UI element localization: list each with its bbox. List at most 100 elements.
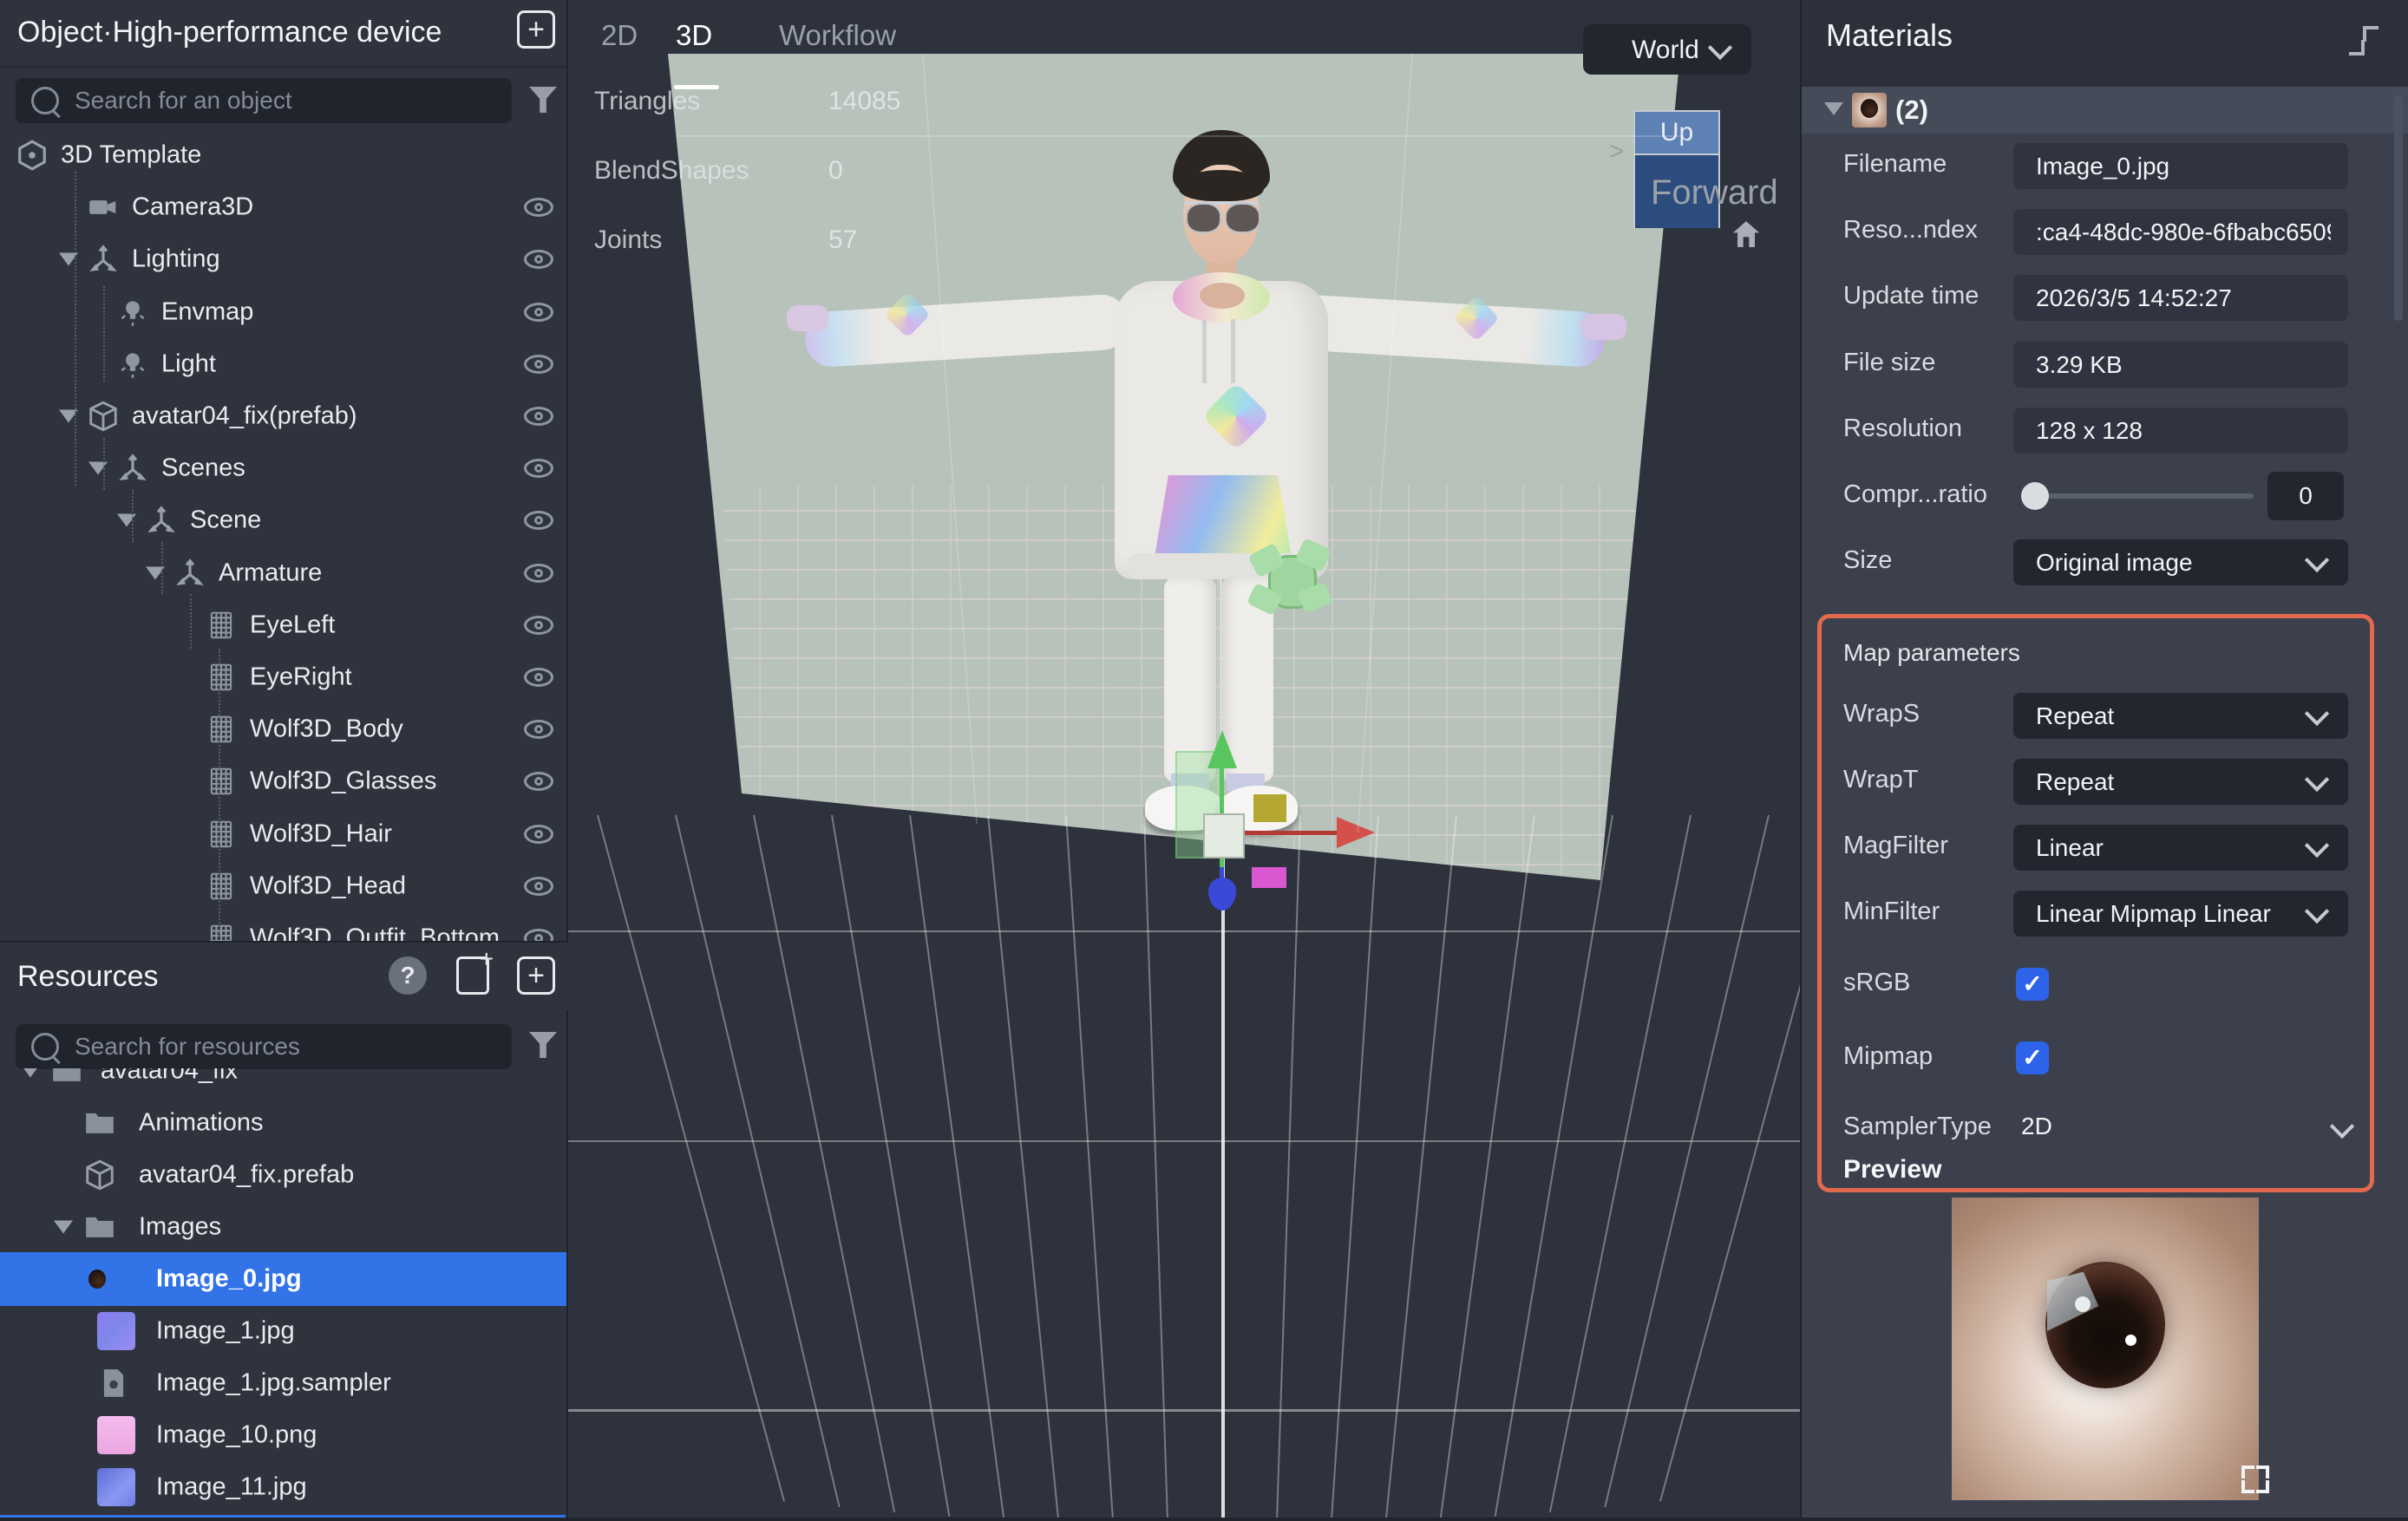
filter-icon[interactable] (529, 1032, 557, 1058)
object-panel-title: Object·High-performance device (17, 16, 442, 49)
tree-row-lighting[interactable]: Lighting (0, 238, 566, 281)
tree-row-wolf3d-body[interactable]: Wolf3D_Body (0, 708, 566, 751)
panel-expand-icon[interactable] (2349, 26, 2379, 55)
tab-workflow[interactable]: Workflow (779, 19, 896, 52)
resources-header: Resources ? + (0, 941, 568, 1010)
gizmo-xy-handle[interactable] (1253, 794, 1286, 822)
stat-label: Joints (594, 225, 662, 255)
expander-icon[interactable] (1824, 102, 1843, 115)
resource-label: avatar04_fix (101, 1068, 238, 1086)
tree-row-light[interactable]: Light (0, 343, 566, 386)
visibility-eye-icon[interactable] (524, 250, 553, 269)
gizmo-center-handle[interactable] (1203, 813, 1245, 858)
visibility-eye-icon[interactable] (524, 511, 553, 530)
checkbox-srgb[interactable]: ✓ (2016, 968, 2049, 1001)
node-label: Armature (219, 558, 322, 587)
node-label: Camera3D (132, 193, 253, 222)
bulb-icon (116, 296, 149, 329)
file-icon (97, 1367, 130, 1400)
tree-row-3d-template[interactable]: 3D Template (0, 134, 566, 177)
gizmo-y-arrow[interactable] (1207, 730, 1237, 768)
object-search[interactable] (16, 78, 512, 123)
visibility-eye-icon[interactable] (524, 459, 553, 478)
visibility-eye-icon[interactable] (524, 616, 553, 635)
stat-label: BlendShapes (594, 156, 749, 186)
tree-row-avatar04-fix-prefab-[interactable]: avatar04_fix(prefab) (0, 395, 566, 438)
resource-row-image-0-jpg[interactable]: Image_0.jpg (0, 1252, 566, 1306)
view-cube-up-face[interactable]: Up (1635, 112, 1718, 155)
tree-row-scene[interactable]: Scene (0, 499, 566, 542)
resource-row-image-1-jpg-sampler[interactable]: Image_1.jpg.sampler (0, 1356, 566, 1410)
visibility-eye-icon[interactable] (524, 303, 553, 322)
visibility-eye-icon[interactable] (524, 564, 553, 583)
visibility-eye-icon[interactable] (524, 720, 553, 739)
field-label-wrapt: WrapT (1843, 766, 1918, 794)
tree-row-wolf3d-hair[interactable]: Wolf3D_Hair (0, 813, 566, 856)
tab-2d[interactable]: 2D (601, 19, 638, 52)
gizmo-z-arrow[interactable] (1208, 878, 1236, 911)
home-icon[interactable] (1729, 217, 1763, 251)
visibility-eye-icon[interactable] (524, 668, 553, 687)
filter-icon[interactable] (529, 87, 557, 113)
compression-slider-track[interactable] (2021, 493, 2254, 499)
visibility-eye-icon[interactable] (524, 877, 553, 896)
resource-row-image-1-jpg[interactable]: Image_1.jpg (0, 1304, 566, 1358)
thumb-pink-icon (97, 1416, 135, 1454)
resource-row-images[interactable]: Images (0, 1200, 566, 1254)
tree-row-wolf3d-outfit-bottom[interactable]: Wolf3D_Outfit_Bottom (0, 917, 566, 941)
field-dropdown[interactable]: Repeat (2013, 693, 2348, 739)
field-dropdown[interactable]: Linear (2013, 825, 2348, 871)
tree-row-envmap[interactable]: Envmap (0, 290, 566, 334)
field-label-samplertype: SamplerType (1843, 1113, 1992, 1141)
resource-row-image-10-png[interactable]: Image_10.png (0, 1408, 566, 1462)
tab-3d[interactable]: 3D (676, 19, 712, 52)
tree-row-wolf3d-glasses[interactable]: Wolf3D_Glasses (0, 760, 566, 803)
field-dropdown[interactable]: Original image (2013, 539, 2348, 585)
expander-icon[interactable] (54, 1221, 73, 1234)
visibility-eye-icon[interactable] (524, 772, 553, 791)
tree-row-scenes[interactable]: Scenes (0, 447, 566, 490)
viewport-3d[interactable]: 2D3DWorkflow Triangles14085BlendShapes0J… (568, 0, 1800, 1521)
field-dropdown[interactable]: Repeat (2013, 759, 2348, 805)
resource-label: Image_11.jpg (156, 1473, 307, 1502)
resource-row-avatar04-fix-prefab[interactable]: avatar04_fix.prefab (0, 1148, 566, 1202)
tree-row-armature[interactable]: Armature (0, 552, 566, 595)
visibility-eye-icon[interactable] (524, 825, 553, 844)
help-icon[interactable]: ? (389, 956, 427, 995)
new-resource-icon[interactable] (456, 956, 489, 995)
coordinate-space-dropdown[interactable]: World (1583, 24, 1751, 75)
field-value-box: 3.29 KB (2013, 342, 2348, 388)
resource-search[interactable] (16, 1024, 512, 1069)
sampler-type-value[interactable]: 2D (2021, 1113, 2052, 1140)
compression-value-box[interactable]: 0 (2267, 472, 2344, 520)
texture-preview[interactable] (1952, 1198, 2259, 1500)
tree-row-eyeright[interactable]: EyeRight (0, 656, 566, 699)
checkbox-mipmap[interactable]: ✓ (2016, 1041, 2049, 1074)
preview-expand-icon[interactable] (2241, 1466, 2269, 1493)
chevron-down-icon (2305, 702, 2329, 726)
gizmo-xz-handle[interactable] (1252, 867, 1286, 888)
add-resource-button[interactable]: + (517, 956, 555, 995)
gizmo-x-arrow[interactable] (1337, 817, 1375, 848)
camera-icon (87, 191, 120, 224)
resource-search-input[interactable] (73, 1032, 475, 1061)
vertical-scrollbar[interactable] (2394, 95, 2403, 321)
visibility-eye-icon[interactable] (524, 929, 553, 941)
field-dropdown[interactable]: Linear Mipmap Linear (2013, 891, 2348, 937)
tree-row-camera3d[interactable]: Camera3D (0, 186, 566, 229)
resource-row-image-11-jpg[interactable]: Image_11.jpg (0, 1460, 566, 1514)
expander-icon[interactable] (21, 1068, 40, 1078)
field-label-filename: Filename (1843, 150, 1947, 179)
visibility-eye-icon[interactable] (524, 198, 553, 217)
add-object-button[interactable]: + (517, 10, 555, 49)
visibility-eye-icon[interactable] (524, 407, 553, 426)
tree-row-wolf3d-head[interactable]: Wolf3D_Head (0, 865, 566, 908)
visibility-eye-icon[interactable] (524, 355, 553, 374)
object-search-input[interactable] (73, 86, 475, 115)
tree-row-eyeleft[interactable]: EyeLeft (0, 604, 566, 647)
resource-row-avatar04-fix[interactable]: avatar04_fix (0, 1068, 566, 1098)
resource-row-animations[interactable]: Animations (0, 1096, 566, 1150)
node-label: 3D Template (61, 141, 201, 170)
material-group-row[interactable]: (2) (1802, 87, 2408, 134)
compression-slider-knob[interactable] (2021, 482, 2049, 510)
